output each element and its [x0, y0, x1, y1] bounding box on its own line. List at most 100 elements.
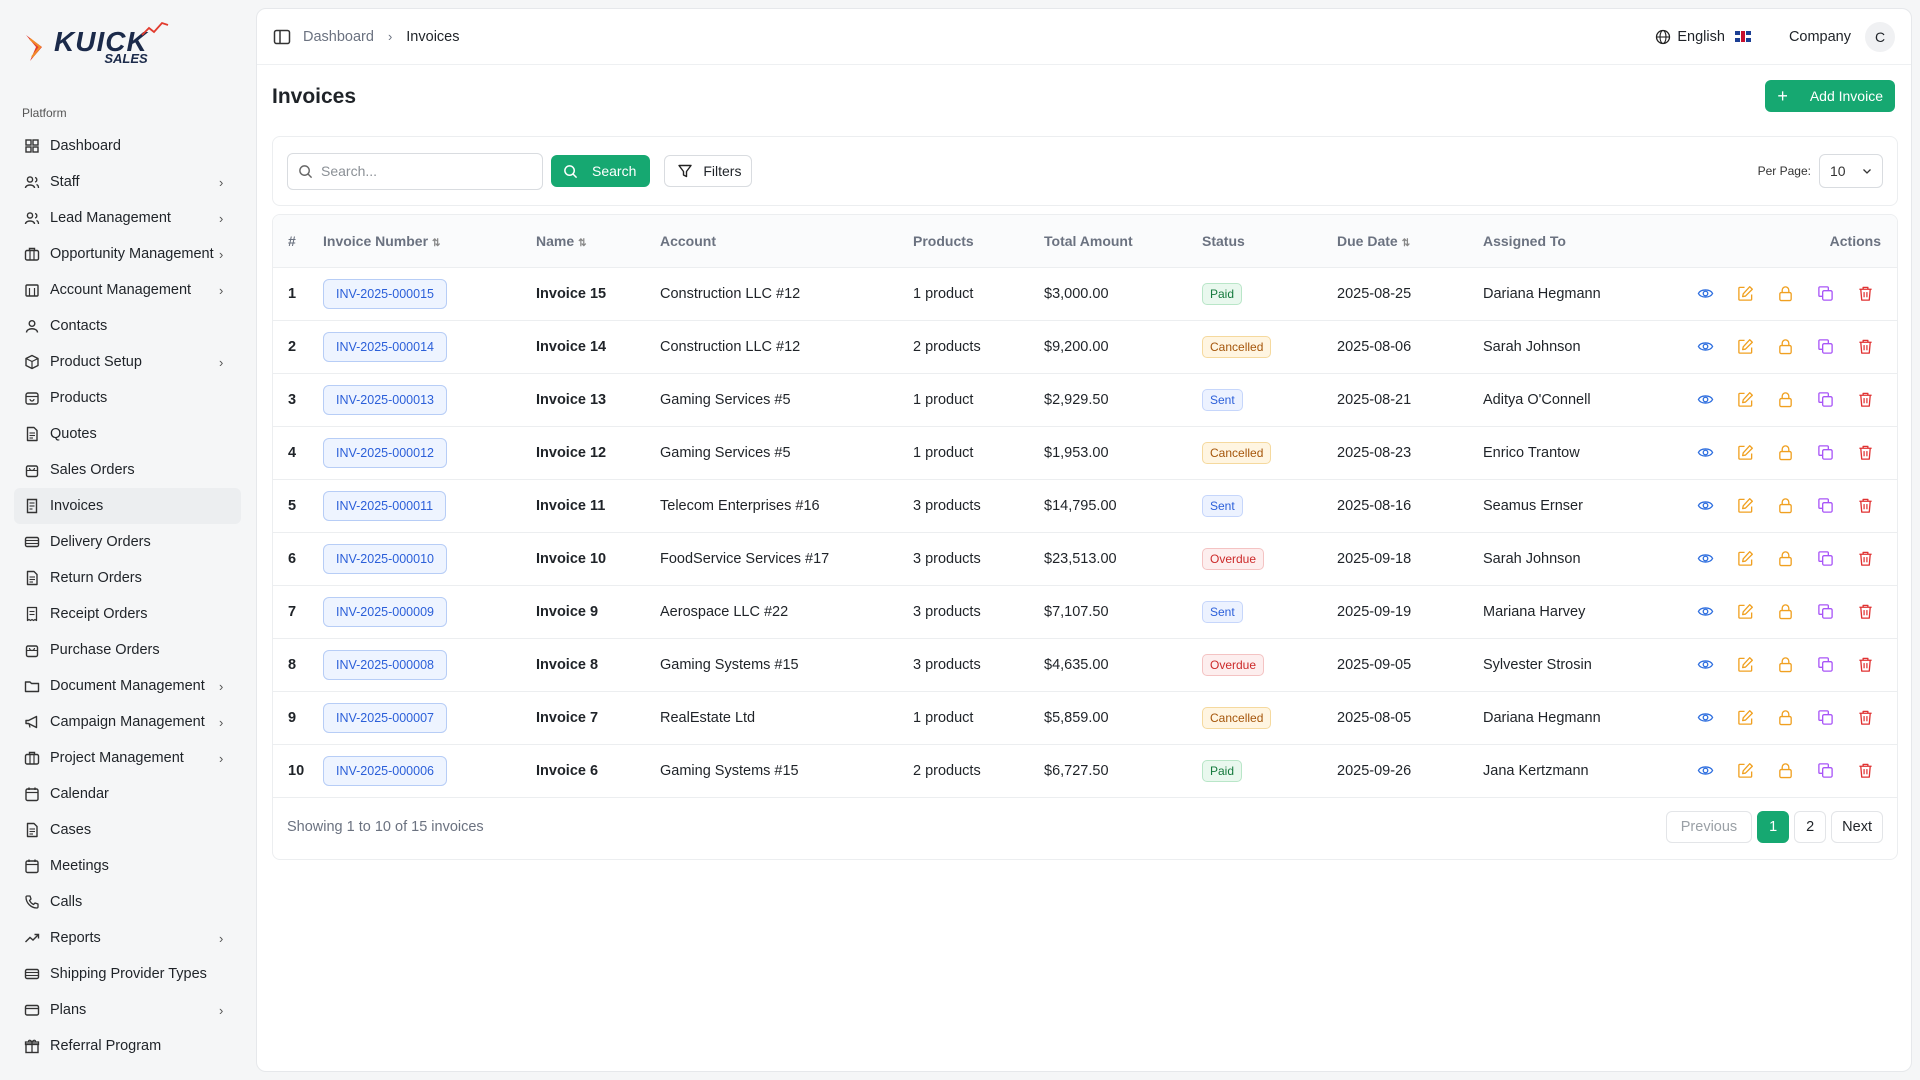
- per-page-select[interactable]: 10: [1819, 154, 1883, 188]
- duplicate-icon[interactable]: [1817, 338, 1835, 356]
- sidebar-item-cases[interactable]: Cases: [14, 812, 241, 848]
- avatar[interactable]: C: [1865, 21, 1895, 52]
- company-name[interactable]: Company: [1789, 29, 1851, 45]
- next-page-button[interactable]: Next: [1831, 811, 1883, 843]
- sidebar-item-product-setup[interactable]: Product Setup ›: [14, 344, 241, 380]
- edit-icon[interactable]: [1737, 338, 1755, 356]
- view-eye-icon[interactable]: [1697, 444, 1715, 462]
- sidebar-item-calendar[interactable]: Calendar: [14, 776, 241, 812]
- sidebar-toggle-icon[interactable]: [273, 28, 291, 46]
- lock-icon[interactable]: [1777, 497, 1795, 515]
- invoice-number-link[interactable]: INV-2025-000006: [323, 755, 447, 786]
- delete-trash-icon[interactable]: [1857, 656, 1875, 674]
- sidebar-item-staff[interactable]: Staff ›: [14, 164, 241, 200]
- sidebar-item-sales-orders[interactable]: Sales Orders: [14, 452, 241, 488]
- sidebar-item-project-management[interactable]: Project Management ›: [14, 740, 241, 776]
- invoice-number-link[interactable]: INV-2025-000007: [323, 702, 447, 733]
- sidebar-item-calls[interactable]: Calls: [14, 884, 241, 920]
- sidebar-item-reports[interactable]: Reports ›: [14, 920, 241, 956]
- sidebar-item-referral-program[interactable]: Referral Program: [14, 1028, 241, 1064]
- duplicate-icon[interactable]: [1817, 444, 1835, 462]
- invoice-number-link[interactable]: INV-2025-000014: [323, 331, 447, 362]
- delete-trash-icon[interactable]: [1857, 709, 1875, 727]
- lock-icon[interactable]: [1777, 550, 1795, 568]
- duplicate-icon[interactable]: [1817, 709, 1835, 727]
- lock-icon[interactable]: [1777, 709, 1795, 727]
- invoice-number-link[interactable]: INV-2025-000013: [323, 384, 447, 415]
- duplicate-icon[interactable]: [1817, 550, 1835, 568]
- col-header-due-date[interactable]: Due Date ⇅: [1337, 215, 1483, 268]
- sidebar-item-campaign-management[interactable]: Campaign Management ›: [14, 704, 241, 740]
- delete-trash-icon[interactable]: [1857, 762, 1875, 780]
- view-eye-icon[interactable]: [1697, 656, 1715, 674]
- edit-icon[interactable]: [1737, 762, 1755, 780]
- view-eye-icon[interactable]: [1697, 709, 1715, 727]
- lock-icon[interactable]: [1777, 444, 1795, 462]
- view-eye-icon[interactable]: [1697, 550, 1715, 568]
- delete-trash-icon[interactable]: [1857, 444, 1875, 462]
- search-input[interactable]: [321, 163, 521, 179]
- lock-icon[interactable]: [1777, 656, 1795, 674]
- duplicate-icon[interactable]: [1817, 391, 1835, 409]
- invoice-number-link[interactable]: INV-2025-000008: [323, 649, 447, 680]
- sidebar-item-account-management[interactable]: Account Management ›: [14, 272, 241, 308]
- edit-icon[interactable]: [1737, 285, 1755, 303]
- sidebar-item-meetings[interactable]: Meetings: [14, 848, 241, 884]
- col-header-invoice-number[interactable]: Invoice Number ⇅: [323, 215, 536, 268]
- sidebar-item-receipt-orders[interactable]: Receipt Orders: [14, 596, 241, 632]
- view-eye-icon[interactable]: [1697, 391, 1715, 409]
- search-field[interactable]: [287, 152, 543, 190]
- sidebar-item-opportunity-management[interactable]: Opportunity Management ›: [14, 236, 241, 272]
- breadcrumb-dashboard[interactable]: Dashboard: [303, 29, 374, 45]
- invoice-number-link[interactable]: INV-2025-000009: [323, 596, 447, 627]
- sidebar-item-contacts[interactable]: Contacts: [14, 308, 241, 344]
- view-eye-icon[interactable]: [1697, 338, 1715, 356]
- page-1-button[interactable]: 1: [1757, 811, 1790, 843]
- view-eye-icon[interactable]: [1697, 285, 1715, 303]
- delete-trash-icon[interactable]: [1857, 497, 1875, 515]
- lock-icon[interactable]: [1777, 762, 1795, 780]
- view-eye-icon[interactable]: [1697, 762, 1715, 780]
- duplicate-icon[interactable]: [1817, 762, 1835, 780]
- lock-icon[interactable]: [1777, 285, 1795, 303]
- invoice-number-link[interactable]: INV-2025-000011: [323, 490, 447, 521]
- invoice-number-link[interactable]: INV-2025-000012: [323, 437, 447, 468]
- sidebar-item-products[interactable]: Products: [14, 380, 241, 416]
- edit-icon[interactable]: [1737, 709, 1755, 727]
- sidebar-item-return-orders[interactable]: Return Orders: [14, 560, 241, 596]
- sidebar-item-purchase-orders[interactable]: Purchase Orders: [14, 632, 241, 668]
- delete-trash-icon[interactable]: [1857, 550, 1875, 568]
- invoice-number-link[interactable]: INV-2025-000010: [323, 543, 447, 574]
- sidebar-item-document-management[interactable]: Document Management ›: [14, 668, 241, 704]
- search-button[interactable]: Search: [551, 155, 651, 187]
- edit-icon[interactable]: [1737, 656, 1755, 674]
- sidebar-item-shipping-provider-types[interactable]: Shipping Provider Types: [14, 956, 241, 992]
- col-header-name[interactable]: Name ⇅: [536, 215, 660, 268]
- edit-icon[interactable]: [1737, 391, 1755, 409]
- lock-icon[interactable]: [1777, 603, 1795, 621]
- edit-icon[interactable]: [1737, 603, 1755, 621]
- sidebar-item-invoices[interactable]: Invoices: [14, 488, 241, 524]
- delete-trash-icon[interactable]: [1857, 338, 1875, 356]
- edit-icon[interactable]: [1737, 444, 1755, 462]
- edit-icon[interactable]: [1737, 550, 1755, 568]
- sidebar-item-quotes[interactable]: Quotes: [14, 416, 241, 452]
- duplicate-icon[interactable]: [1817, 497, 1835, 515]
- brand-logo[interactable]: KUICK SALES: [14, 12, 241, 82]
- delete-trash-icon[interactable]: [1857, 603, 1875, 621]
- add-invoice-button[interactable]: + Add Invoice: [1765, 80, 1895, 112]
- sidebar-item-lead-management[interactable]: Lead Management ›: [14, 200, 241, 236]
- invoice-number-link[interactable]: INV-2025-000015: [323, 278, 447, 309]
- edit-icon[interactable]: [1737, 497, 1755, 515]
- view-eye-icon[interactable]: [1697, 497, 1715, 515]
- lock-icon[interactable]: [1777, 338, 1795, 356]
- sidebar-item-dashboard[interactable]: Dashboard: [14, 128, 241, 164]
- lock-icon[interactable]: [1777, 391, 1795, 409]
- delete-trash-icon[interactable]: [1857, 285, 1875, 303]
- previous-page-button[interactable]: Previous: [1665, 811, 1753, 843]
- duplicate-icon[interactable]: [1817, 285, 1835, 303]
- delete-trash-icon[interactable]: [1857, 391, 1875, 409]
- duplicate-icon[interactable]: [1817, 656, 1835, 674]
- duplicate-icon[interactable]: [1817, 603, 1835, 621]
- view-eye-icon[interactable]: [1697, 603, 1715, 621]
